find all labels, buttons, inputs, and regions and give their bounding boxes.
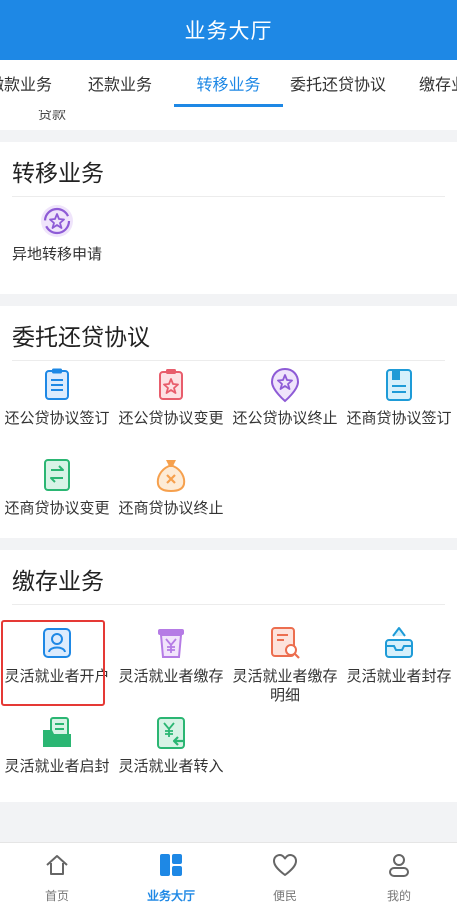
selection-highlight-box (1, 620, 105, 706)
partial-item-label: 贷款 (38, 110, 66, 123)
service-public-loan-terminate[interactable]: 还公贷协议终止 (228, 366, 342, 428)
money-bag-x-icon (156, 460, 186, 493)
service-flexible-deposit[interactable]: 灵活就业者缴存 (114, 624, 228, 686)
service-flexible-deposit-detail[interactable]: 灵活就业者缴存明细 (228, 624, 342, 705)
open-folder-icon (43, 717, 71, 747)
section-entrusted-repayment: 委托还贷协议 还公贷协议签订 还公贷协议变更 还公贷协议终止 还商贷协议签订 还… (0, 306, 457, 538)
service-label: 灵活就业者缴存 (118, 667, 224, 685)
tab-deposit[interactable]: 缴存业 (408, 60, 457, 110)
yuan-transfer-icon (157, 717, 185, 749)
tab-entrusted-repayment[interactable]: 委托还贷协议 (282, 60, 394, 110)
service-flexible-transfer-in[interactable]: 灵活就业者转入 (114, 714, 228, 776)
service-label: 还商贷协议变更 (4, 499, 110, 517)
service-label: 还商贷协议终止 (118, 499, 224, 517)
yuan-deposit-icon (158, 629, 184, 658)
service-commercial-loan-change[interactable]: 还商贷协议变更 (0, 456, 114, 518)
app-header: 业务大厅 (0, 0, 457, 60)
nav-label: 业务大厅 (146, 889, 195, 903)
divider (12, 604, 445, 605)
nav-business-hall[interactable]: 业务大厅 (114, 851, 228, 904)
service-flexible-seal[interactable]: 灵活就业者封存 (342, 624, 456, 686)
nav-label: 我的 (386, 889, 411, 903)
service-label: 还公贷协议变更 (118, 409, 224, 427)
service-flexible-unseal[interactable]: 灵活就业者启封 (0, 714, 114, 776)
service-label: 还公贷协议终止 (232, 409, 338, 427)
nav-convenience[interactable]: 便民 (228, 851, 342, 904)
star-circle-icon (41, 205, 73, 237)
tab-repayment[interactable]: 还款业务 (76, 60, 164, 110)
service-commercial-loan-sign[interactable]: 还商贷协议签订 (342, 366, 456, 428)
service-label: 灵活就业者封存 (346, 667, 452, 685)
clipboard-star-icon (159, 369, 183, 400)
nav-label: 便民 (272, 889, 297, 903)
category-tabs: 缴款业务 还款业务 转移业务 委托还贷协议 缴存业 (0, 60, 457, 110)
active-tab-indicator (174, 104, 283, 107)
service-label: 还公贷协议签订 (4, 409, 110, 427)
location-star-icon (270, 367, 300, 403)
sealed-box-icon (385, 627, 413, 658)
divider (12, 360, 445, 361)
bottom-navigation: 首页 业务大厅 便民 我的 (0, 842, 457, 917)
heart-icon (273, 854, 297, 876)
page-title: 业务大厅 (184, 19, 273, 43)
nav-label: 首页 (44, 889, 69, 903)
service-label: 灵活就业者转入 (118, 757, 224, 775)
nav-home[interactable]: 首页 (0, 851, 114, 904)
service-public-loan-change[interactable]: 还公贷协议变更 (114, 366, 228, 428)
notebook-icon (386, 369, 412, 401)
section-title: 缴存业务 (12, 569, 104, 595)
section-title: 委托还贷协议 (12, 325, 150, 351)
service-label: 灵活就业者启封 (4, 757, 110, 775)
service-remote-transfer[interactable]: 异地转移申请 (0, 202, 114, 264)
service-commercial-loan-terminate[interactable]: 还商贷协议终止 (114, 456, 228, 518)
grid-icon (160, 854, 182, 876)
document-search-icon (271, 627, 300, 659)
nav-mine[interactable]: 我的 (342, 851, 456, 904)
user-icon (389, 854, 409, 877)
document-list-icon (45, 368, 69, 400)
section-transfer: 转移业务 异地转移申请 (0, 142, 457, 294)
service-label: 异地转移申请 (11, 245, 102, 263)
service-label: 还商贷协议签订 (346, 409, 452, 427)
tab-transfer[interactable]: 转移业务 (174, 60, 283, 110)
divider (12, 196, 445, 197)
exchange-document-icon (44, 459, 70, 491)
previous-section-partial: 贷款 (0, 110, 457, 130)
tab-payment[interactable]: 缴款业务 (0, 60, 52, 110)
home-icon (46, 855, 68, 875)
service-label: 灵活就业者缴存明细 (232, 667, 338, 704)
service-public-loan-sign[interactable]: 还公贷协议签订 (0, 366, 114, 428)
section-title: 转移业务 (12, 161, 104, 187)
